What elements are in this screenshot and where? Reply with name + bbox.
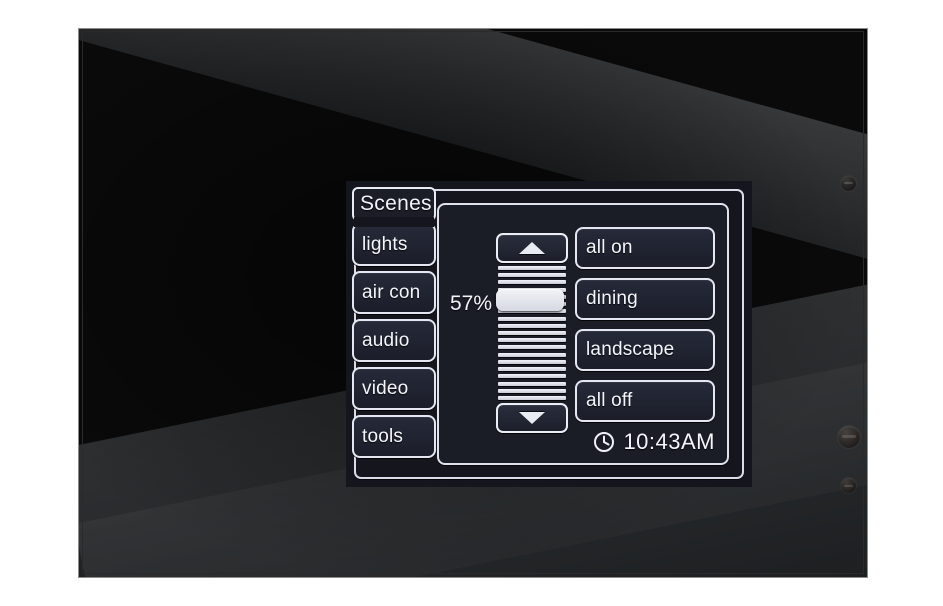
scene-button-label: dining	[586, 288, 638, 309]
slider-tick	[498, 316, 566, 321]
sidebar-item-audio[interactable]: audio	[352, 319, 436, 362]
sidebar-item-label: tools	[362, 425, 404, 447]
clock-time-label: 10:43AM	[623, 429, 715, 454]
slider-track[interactable]	[498, 266, 566, 400]
scene-button-label: landscape	[586, 339, 675, 360]
slider-tick	[498, 395, 566, 400]
slider-tick	[498, 367, 566, 372]
sidebar-item-lights[interactable]: lights	[352, 223, 436, 266]
slider-tick	[498, 352, 566, 357]
sidebar-item-tools[interactable]: tools	[352, 415, 436, 458]
scene-button-all-on[interactable]: all on	[575, 227, 715, 269]
content-panel: 57% all on dining landscape all off 10:4…	[437, 203, 729, 465]
scene-button-all-off[interactable]: all off	[575, 380, 715, 422]
slider-tick	[498, 345, 566, 350]
glass-wall-panel: Scenes lights air con audio video tools	[78, 28, 868, 578]
slider-tick	[498, 359, 566, 364]
slider-thumb[interactable]	[496, 289, 564, 311]
clock-display: 10:43AM	[593, 429, 715, 455]
page-title-tab[interactable]: Scenes	[352, 187, 436, 221]
sidebar-item-label: video	[362, 377, 409, 399]
brightness-slider[interactable]: 57%	[450, 233, 568, 433]
scene-button-dining[interactable]: dining	[575, 278, 715, 320]
clock-icon	[594, 432, 615, 452]
slider-tick	[498, 323, 566, 328]
scene-button-label: all on	[586, 237, 633, 258]
sidebar-item-video[interactable]: video	[352, 367, 436, 410]
light-sensor	[838, 426, 860, 448]
slider-tick	[498, 266, 566, 270]
triangle-up-icon	[519, 242, 545, 254]
slider-tick	[498, 338, 566, 343]
slider-tick	[498, 273, 566, 278]
sidebar-nav: lights air con audio video tools	[352, 223, 436, 458]
screenshot-root: Scenes lights air con audio video tools	[0, 0, 943, 606]
slider-tick	[498, 330, 566, 335]
ir-receiver-sensor	[841, 176, 856, 191]
lcd-screen[interactable]: Scenes lights air con audio video tools	[346, 181, 752, 487]
slider-tick	[498, 280, 566, 285]
sidebar-item-label: lights	[362, 233, 408, 255]
page-title: Scenes	[360, 192, 432, 215]
scene-button-list: all on dining landscape all off	[575, 227, 715, 422]
triangle-down-icon	[519, 412, 545, 424]
scene-button-landscape[interactable]: landscape	[575, 329, 715, 371]
slider-value-label: 57%	[449, 292, 492, 315]
scene-button-label: all off	[586, 390, 633, 411]
slider-tick	[498, 374, 566, 379]
status-led	[841, 478, 856, 493]
slider-decrease-button[interactable]	[496, 403, 568, 433]
slider-tick	[498, 381, 566, 386]
tab-sidebar-join	[354, 217, 434, 227]
sidebar-item-label: audio	[362, 329, 410, 351]
slider-increase-button[interactable]	[496, 233, 568, 263]
sidebar-item-label: air con	[362, 281, 421, 303]
slider-tick	[498, 388, 566, 393]
sidebar-item-air-con[interactable]: air con	[352, 271, 436, 314]
